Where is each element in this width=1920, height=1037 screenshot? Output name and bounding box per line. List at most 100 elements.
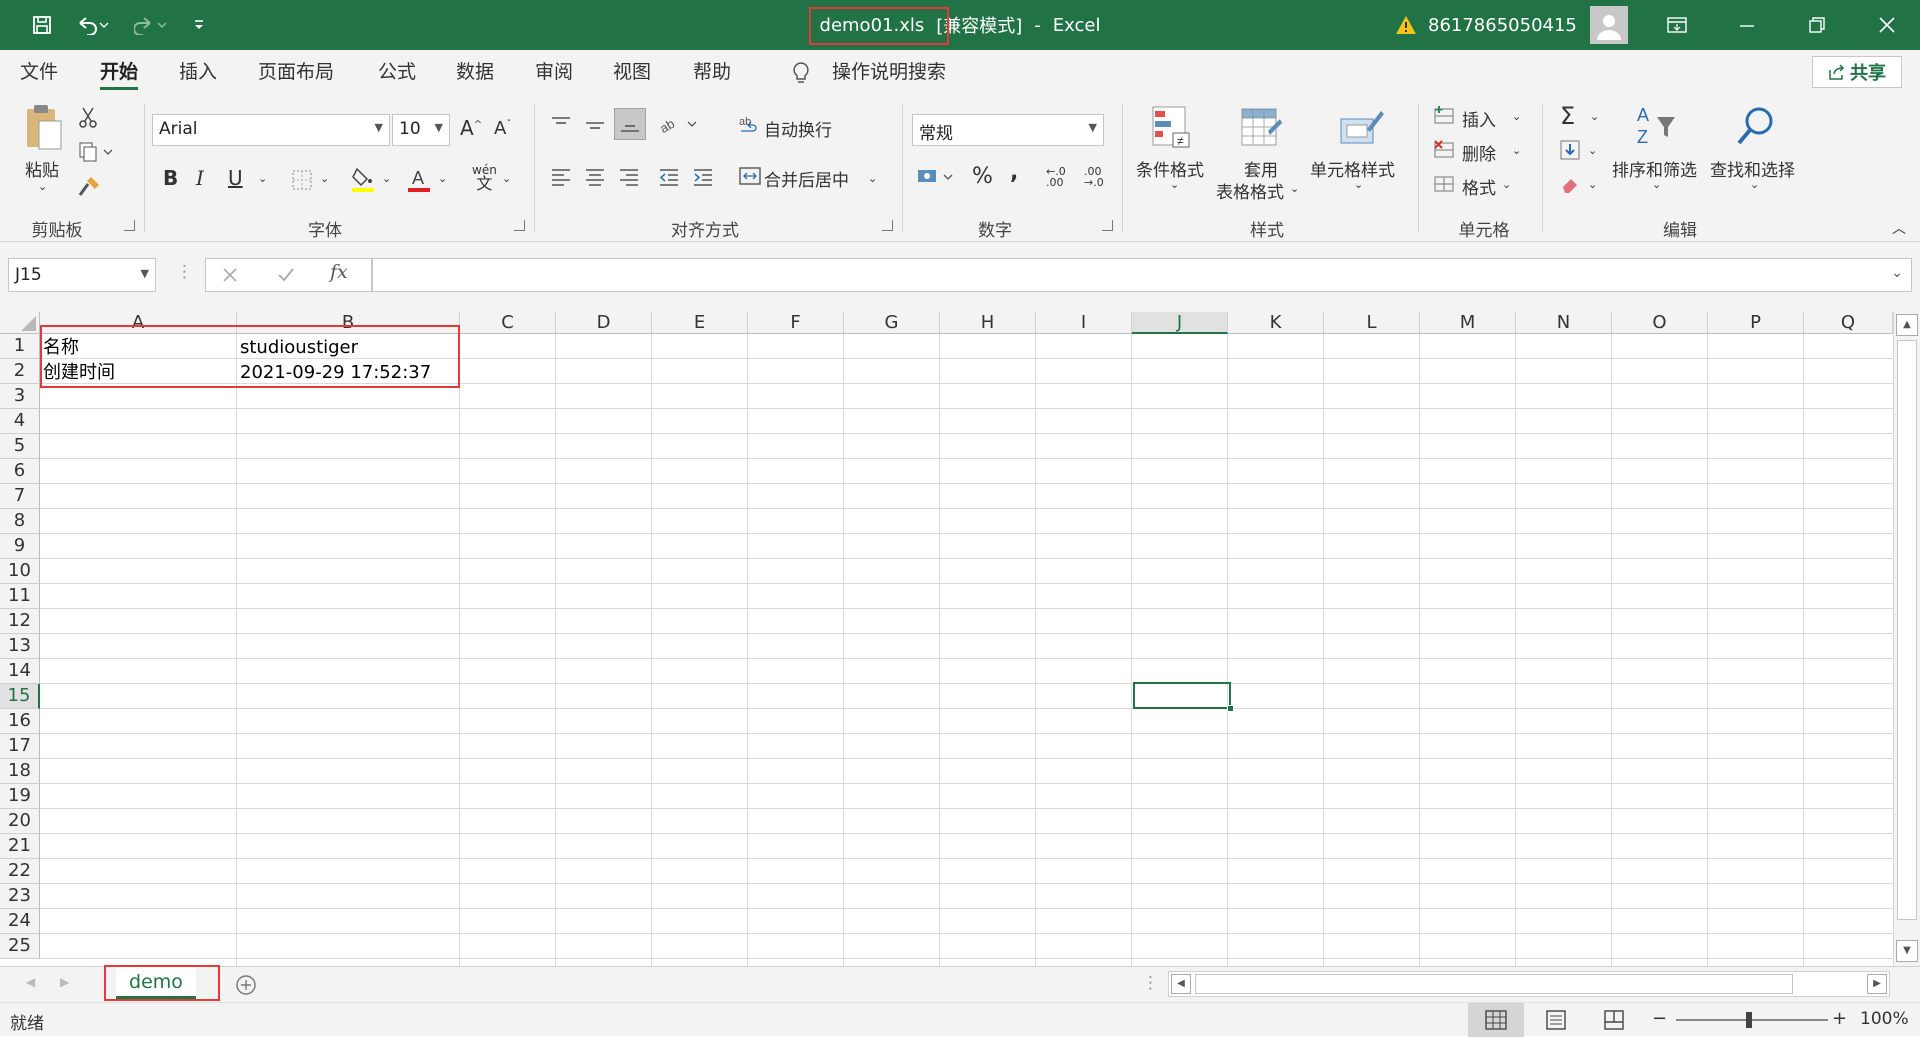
column-header-A[interactable]: A	[40, 312, 237, 334]
delete-cells-button[interactable]: 删除	[1462, 140, 1496, 165]
currency-icon[interactable]	[914, 164, 958, 190]
find-dropdown-icon[interactable]: ⌄	[1750, 178, 1759, 191]
autosum-dropdown-icon[interactable]: ⌄	[1590, 110, 1599, 123]
autosum-icon[interactable]: Σ	[1560, 102, 1575, 130]
border-icon[interactable]	[290, 168, 314, 192]
cancel-icon[interactable]	[220, 265, 240, 285]
merge-dropdown-icon[interactable]: ⌄	[868, 172, 877, 185]
tab-home[interactable]: 开始	[100, 50, 139, 94]
select-all-corner[interactable]	[0, 312, 40, 334]
scroll-left-icon[interactable]: ◀	[1171, 974, 1191, 994]
avatar[interactable]	[1590, 6, 1628, 44]
increase-indent-icon[interactable]	[690, 164, 716, 190]
decrease-decimal-icon[interactable]: .00 →.0	[1084, 166, 1104, 188]
wrap-text-button[interactable]: 自动换行	[764, 116, 832, 141]
font-launcher-icon[interactable]	[514, 220, 525, 231]
increase-decimal-icon[interactable]: ←.0.00	[1046, 166, 1066, 188]
phonetic-dropdown-icon[interactable]: ⌄	[502, 172, 511, 185]
row-header-8[interactable]: 8	[0, 509, 40, 534]
tab-file[interactable]: 文件	[20, 50, 58, 94]
fill-dropdown-icon-2[interactable]: ⌄	[1588, 144, 1597, 157]
row-header-19[interactable]: 19	[0, 784, 40, 809]
number-launcher-icon[interactable]	[1102, 220, 1113, 231]
italic-icon[interactable]: I	[196, 166, 204, 190]
align-left-icon[interactable]	[548, 164, 574, 190]
horizontal-scroll-thumb[interactable]	[1195, 974, 1793, 994]
format-dropdown-icon[interactable]: ⌄	[1502, 178, 1511, 191]
format-cells-icon[interactable]	[1432, 172, 1456, 196]
close-icon[interactable]	[1856, 0, 1918, 50]
page-layout-view-icon[interactable]	[1544, 1009, 1568, 1031]
ribbon-display-icon[interactable]	[1646, 0, 1708, 50]
row-header-17[interactable]: 17	[0, 734, 40, 759]
insert-cells-button[interactable]: 插入	[1462, 106, 1496, 131]
cell-styles-button[interactable]: 单元格样式	[1310, 156, 1395, 181]
format-table-dropdown-icon[interactable]: ⌄	[1290, 182, 1299, 195]
formula-input[interactable]: ⌄	[372, 258, 1912, 292]
tab-formulas[interactable]: 公式	[378, 50, 416, 94]
warning-icon[interactable]	[1392, 0, 1420, 50]
share-button[interactable]: 共享	[1812, 56, 1902, 88]
tab-insert[interactable]: 插入	[179, 50, 217, 94]
fill-color-icon[interactable]	[350, 164, 376, 194]
name-box[interactable]: J15 ▼	[8, 258, 156, 292]
row-header-14[interactable]: 14	[0, 659, 40, 684]
undo-icon[interactable]	[68, 0, 118, 50]
tab-help[interactable]: 帮助	[693, 50, 731, 94]
zoom-slider[interactable]	[1676, 1012, 1828, 1028]
column-header-F[interactable]: F	[748, 312, 844, 334]
column-header-H[interactable]: H	[940, 312, 1036, 334]
format-as-table-icon[interactable]	[1236, 104, 1284, 152]
collapse-ribbon-icon[interactable]: ︿	[1892, 218, 1906, 238]
merge-center-icon[interactable]	[738, 164, 762, 188]
column-header-N[interactable]: N	[1516, 312, 1612, 334]
cut-icon[interactable]	[76, 106, 100, 130]
underline-icon[interactable]: U	[228, 166, 243, 190]
row-header-10[interactable]: 10	[0, 559, 40, 584]
paste-dropdown-icon[interactable]: ⌄	[38, 180, 47, 193]
increase-font-icon[interactable]: A^	[460, 116, 482, 140]
cell-styles-icon[interactable]	[1336, 104, 1386, 152]
column-header-L[interactable]: L	[1324, 312, 1420, 334]
wrap-text-icon[interactable]: ab	[738, 114, 760, 138]
scroll-down-icon[interactable]: ▼	[1896, 940, 1918, 962]
decrease-indent-icon[interactable]	[656, 164, 682, 190]
insert-function-icon[interactable]: fx	[330, 261, 348, 283]
new-sheet-icon[interactable]	[234, 973, 258, 997]
cell-styles-dropdown-icon[interactable]: ⌄	[1354, 178, 1363, 191]
row-header-22[interactable]: 22	[0, 859, 40, 884]
row-header-24[interactable]: 24	[0, 909, 40, 934]
column-header-C[interactable]: C	[460, 312, 556, 334]
zoom-in-icon[interactable]: +	[1832, 1008, 1847, 1029]
column-header-B[interactable]: B	[237, 312, 460, 334]
row-header-11[interactable]: 11	[0, 584, 40, 609]
customize-icon[interactable]	[186, 0, 212, 50]
cell-B2[interactable]: 2021-09-29 17:52:37	[237, 360, 431, 385]
prev-sheet-icon[interactable]: ◀	[26, 975, 35, 989]
alignment-launcher-icon[interactable]	[882, 220, 893, 231]
scroll-up-icon[interactable]: ▲	[1896, 314, 1918, 336]
font-color-dropdown-icon[interactable]: ⌄	[438, 172, 447, 185]
row-header-9[interactable]: 9	[0, 534, 40, 559]
row-header-15[interactable]: 15	[0, 684, 40, 709]
column-header-E[interactable]: E	[652, 312, 748, 334]
column-header-O[interactable]: O	[1612, 312, 1708, 334]
row-header-1[interactable]: 1	[0, 334, 40, 359]
clear-dropdown-icon[interactable]: ⌄	[1588, 178, 1597, 191]
clipboard-launcher-icon[interactable]	[124, 220, 135, 231]
align-bottom-icon[interactable]	[614, 108, 646, 140]
comma-style-icon[interactable]: ,	[1010, 160, 1018, 185]
column-header-M[interactable]: M	[1420, 312, 1516, 334]
tab-splitter-icon[interactable]: ⋮	[1142, 973, 1159, 993]
merge-center-button[interactable]: 合并后居中	[764, 166, 849, 191]
sort-filter-icon[interactable]: AZ	[1632, 102, 1678, 152]
column-header-P[interactable]: P	[1708, 312, 1804, 334]
percent-icon[interactable]: %	[972, 164, 993, 189]
format-painter-icon[interactable]	[76, 174, 102, 200]
align-center-icon[interactable]	[582, 164, 608, 190]
zoom-level[interactable]: 100%	[1860, 1009, 1909, 1029]
row-header-7[interactable]: 7	[0, 484, 40, 509]
column-header-I[interactable]: I	[1036, 312, 1132, 334]
underline-dropdown-icon[interactable]: ⌄	[258, 172, 267, 185]
tab-review[interactable]: 审阅	[535, 50, 573, 94]
